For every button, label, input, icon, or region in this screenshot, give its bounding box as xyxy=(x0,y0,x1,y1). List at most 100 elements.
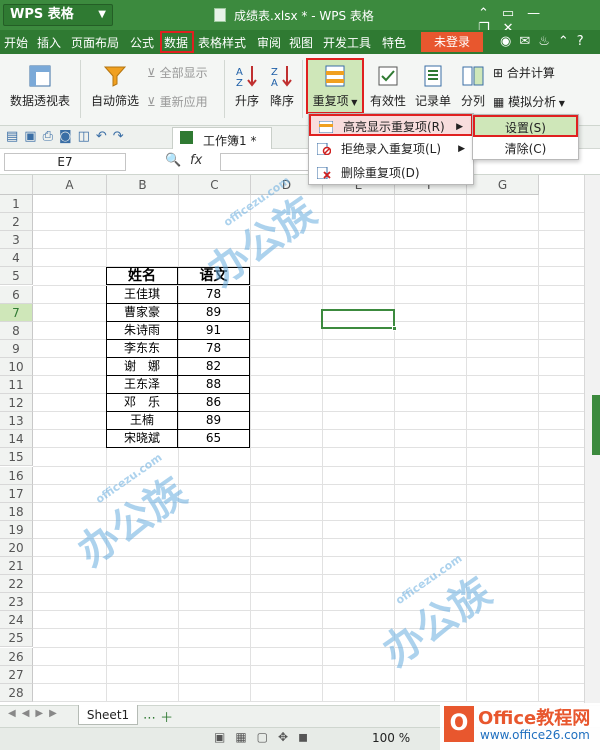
row-header-13[interactable]: 13 xyxy=(0,412,33,431)
split-column-button[interactable]: 分列 xyxy=(457,64,489,109)
table-cell-score[interactable]: 78 xyxy=(178,339,250,358)
vertical-scrollbar[interactable] xyxy=(584,175,600,705)
row-header-5[interactable]: 5 xyxy=(0,267,33,286)
row-header-3[interactable]: 3 xyxy=(0,231,33,250)
column-header-c[interactable]: C xyxy=(179,175,251,195)
row-header-27[interactable]: 27 xyxy=(0,665,33,684)
menu-home[interactable]: 开始 xyxy=(4,34,28,51)
selected-cell[interactable] xyxy=(321,309,397,331)
show-all-button[interactable]: ⊻ 全部显示 xyxy=(147,64,208,81)
table-cell-name[interactable]: 谢 娜 xyxy=(106,357,178,376)
row-header-4[interactable]: 4 xyxy=(0,249,33,268)
row-header-1[interactable]: 1 xyxy=(0,195,33,214)
menu-view[interactable]: 视图 xyxy=(289,34,313,51)
menu-review[interactable]: 审阅 xyxy=(257,34,281,51)
select-all-corner[interactable] xyxy=(0,175,33,195)
zoom-lens-icon[interactable]: 🔍 xyxy=(165,153,181,168)
menu-special[interactable]: 特色 xyxy=(382,34,406,51)
row-header-8[interactable]: 8 xyxy=(0,321,33,340)
row-header-25[interactable]: 25 xyxy=(0,629,33,648)
autofilter-button[interactable]: 自动筛选 xyxy=(88,64,142,109)
help-icon[interactable]: ? xyxy=(577,34,592,49)
validity-button[interactable]: 有效性 xyxy=(368,64,408,109)
menu-item-label: 拒绝录入重复项(L) xyxy=(341,142,442,156)
chevron-down-icon: ▼ xyxy=(556,99,565,108)
formula-input[interactable] xyxy=(220,153,320,171)
sort-desc-button[interactable]: ZA 降序 xyxy=(266,64,298,109)
simulate-button[interactable]: ▦ 模拟分析 ▼ xyxy=(493,93,565,110)
merge-calc-button[interactable]: ⊞ 合并计算 xyxy=(493,64,555,81)
quick-access-icons[interactable]: ▤▣⎙◙◫↶↷ xyxy=(6,129,130,144)
sort-asc-button[interactable]: AZ 升序 xyxy=(231,64,263,109)
duplicates-button-content[interactable]: 重复项 ▼ xyxy=(308,64,362,109)
row-header-28[interactable]: 28 xyxy=(0,683,33,702)
row-header-26[interactable]: 26 xyxy=(0,647,33,666)
menu-page-layout[interactable]: 页面布局 xyxy=(71,34,119,51)
table-cell-score[interactable]: 89 xyxy=(178,303,250,322)
menu-item-highlight-duplicates[interactable]: 高亮显示重复项(R) ▶ xyxy=(309,114,473,136)
row-header-16[interactable]: 16 xyxy=(0,466,33,485)
menu-developer[interactable]: 开发工具 xyxy=(323,34,371,51)
menu-right-icons[interactable]: ◉✉♨⌃? xyxy=(500,34,592,49)
table-header-name[interactable]: 姓名 xyxy=(106,267,178,286)
table-cell-name[interactable]: 王佳琪 xyxy=(106,285,178,304)
sheet-nav-arrows[interactable]: ◀◀▶▶ xyxy=(8,708,63,719)
row-header-21[interactable]: 21 xyxy=(0,557,33,576)
row-header-24[interactable]: 24 xyxy=(0,611,33,630)
menu-table-style[interactable]: 表格样式 xyxy=(198,34,246,51)
table-cell-score[interactable]: 86 xyxy=(178,394,250,413)
collapse-pane-tab[interactable] xyxy=(592,395,600,455)
table-cell-name[interactable]: 王东泽 xyxy=(106,376,178,395)
menu-item-delete-duplicates[interactable]: 删除重复项(D) xyxy=(309,162,473,184)
merge-calc-label: 合并计算 xyxy=(506,66,555,80)
row-header-11[interactable]: 11 xyxy=(0,376,33,395)
add-sheet-button[interactable]: ⋯ ＋ xyxy=(143,707,173,726)
row-header-23[interactable]: 23 xyxy=(0,593,33,612)
table-cell-score[interactable]: 91 xyxy=(178,321,250,340)
table-cell-score[interactable]: 89 xyxy=(178,412,250,431)
name-box[interactable]: E7 xyxy=(4,153,126,171)
row-header-9[interactable]: 9 xyxy=(0,339,33,358)
row-header-14[interactable]: 14 xyxy=(0,430,33,449)
row-header-7[interactable]: 7 xyxy=(0,303,33,322)
fill-handle[interactable] xyxy=(392,326,397,331)
row-header-20[interactable]: 20 xyxy=(0,538,33,557)
row-header-6[interactable]: 6 xyxy=(0,285,33,304)
table-cell-name[interactable]: 宋晓斌 xyxy=(106,430,178,449)
table-cell-name[interactable]: 邓 乐 xyxy=(106,394,178,413)
fx-button[interactable]: fx xyxy=(190,153,202,168)
table-cell-name[interactable]: 李东东 xyxy=(106,339,178,358)
table-cell-score[interactable]: 65 xyxy=(178,430,250,449)
grid-line xyxy=(538,195,539,702)
submenu-item-clear[interactable]: 清除(C) xyxy=(473,138,578,160)
row-header-22[interactable]: 22 xyxy=(0,575,33,594)
record-form-button[interactable]: 记录单 xyxy=(412,64,454,109)
column-header-a[interactable]: A xyxy=(33,175,107,195)
row-header-2[interactable]: 2 xyxy=(0,213,33,232)
row-header-17[interactable]: 17 xyxy=(0,484,33,503)
table-cell-name[interactable]: 朱诗雨 xyxy=(106,321,178,340)
show-all-label: 全部显示 xyxy=(159,66,208,80)
submenu-item-settings[interactable]: 设置(S) xyxy=(473,115,578,137)
row-header-12[interactable]: 12 xyxy=(0,394,33,413)
column-header-g[interactable]: G xyxy=(467,175,539,195)
menu-item-reject-duplicates[interactable]: 拒绝录入重复项(L) ▶ xyxy=(309,138,473,160)
app-menu-button[interactable]: WPS 表格 ▼ xyxy=(3,4,113,26)
table-cell-name[interactable]: 王楠 xyxy=(106,412,178,431)
row-header-18[interactable]: 18 xyxy=(0,502,33,521)
reapply-button[interactable]: ⊻ 重新应用 xyxy=(147,93,208,110)
table-cell-name[interactable]: 曹家豪 xyxy=(106,303,178,322)
menu-formula[interactable]: 公式 xyxy=(130,34,154,51)
table-cell-score[interactable]: 82 xyxy=(178,357,250,376)
pivot-table-button[interactable]: 数据透视表 xyxy=(8,64,72,109)
sheet-tab-sheet1[interactable]: Sheet1 xyxy=(78,705,138,725)
table-cell-score[interactable]: 88 xyxy=(178,376,250,395)
row-header-10[interactable]: 10 xyxy=(0,357,33,376)
login-button[interactable]: 未登录 xyxy=(421,32,483,52)
view-mode-buttons[interactable]: ▣▦▢✥◼ xyxy=(214,730,318,744)
row-header-15[interactable]: 15 xyxy=(0,448,33,467)
row-header-19[interactable]: 19 xyxy=(0,520,33,539)
menu-insert[interactable]: 插入 xyxy=(37,34,61,51)
zoom-level[interactable]: 100 % xyxy=(372,731,410,745)
column-header-b[interactable]: B xyxy=(107,175,179,195)
